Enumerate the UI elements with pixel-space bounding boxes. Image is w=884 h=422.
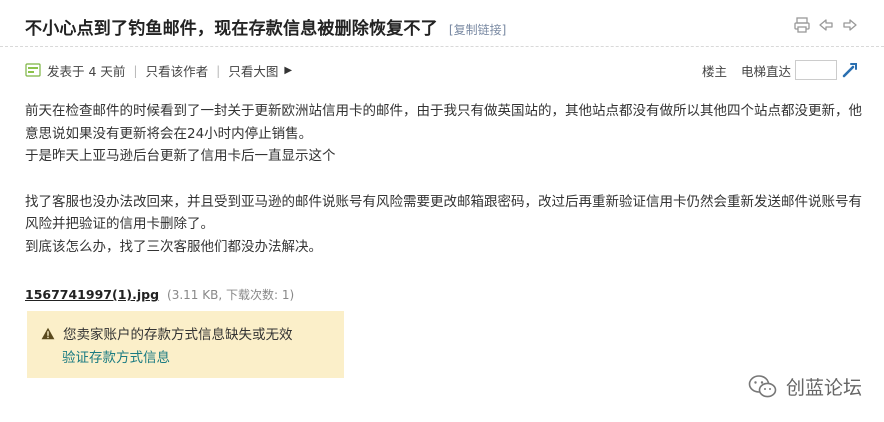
posted-time: 发表于 4 天前	[47, 63, 126, 79]
meta-separator: |	[216, 62, 221, 78]
title-toolbar	[793, 16, 859, 34]
post-header: 不小心点到了钓鱼邮件，现在存款信息被删除恢复不了 [复制链接]	[25, 14, 859, 44]
post-paragraph: 于是昨天上亚马逊后台更新了信用卡后一直显示这个	[25, 148, 336, 164]
post-paragraph: 到底该怎么办，找了三次客服他们都没办法解决。	[25, 238, 322, 255]
watermark-text: 创蓝论坛	[785, 377, 862, 399]
post-meta-bar: 发表于 4 天前 | 只看该作者 | 只看大图 ▶ 楼主 电梯直达	[25, 58, 859, 82]
next-thread-icon[interactable]	[841, 16, 859, 34]
attachment: 1567741997(1).jpg (3.11 KB, 下载次数: 1)	[25, 286, 294, 303]
verify-deposit-link[interactable]: 验证存款方式信息	[62, 346, 170, 366]
floor-jump-input[interactable]	[795, 60, 837, 80]
go-floor-icon[interactable]	[841, 61, 859, 79]
post-title: 不小心点到了钓鱼邮件，现在存款信息被删除恢复不了	[25, 19, 438, 39]
floor-label: 楼主	[701, 63, 727, 79]
watermark: 创蓝论坛	[748, 373, 862, 400]
attachment-meta: (3.11 KB, 下载次数: 1)	[167, 288, 295, 302]
play-arrow-icon[interactable]: ▶	[284, 65, 292, 76]
header-divider	[0, 46, 884, 47]
meta-separator: |	[133, 62, 138, 78]
wechat-icon	[748, 374, 777, 397]
warning-line: 您卖家账户的存款方式信息缺失或无效	[41, 323, 293, 343]
warning-message: 您卖家账户的存款方式信息缺失或无效	[63, 327, 293, 343]
print-icon[interactable]	[793, 16, 811, 34]
previous-thread-icon[interactable]	[817, 16, 835, 34]
only-images-link[interactable]: 只看大图	[228, 61, 278, 80]
copy-link[interactable]: [复制链接]	[449, 23, 506, 37]
only-author-link[interactable]: 只看该作者	[146, 61, 209, 80]
post-paragraph: 找了客服也没办法改回来，并且受到亚马逊的邮件说账号有风险需要更改邮箱跟密码，改过…	[25, 193, 862, 233]
attachment-link[interactable]: 1567741997(1).jpg	[25, 287, 159, 302]
online-status-icon	[25, 63, 41, 77]
warning-icon	[41, 327, 55, 339]
elevator-label: 电梯直达	[740, 63, 791, 79]
floor-navigation: 楼主 电梯直达	[688, 60, 859, 80]
post-paragraph: 前天在检查邮件的时候看到了一封关于更新欧洲站信用卡的邮件，由于我只有做英国站的，…	[25, 103, 862, 142]
warning-banner: 您卖家账户的存款方式信息缺失或无效 验证存款方式信息	[27, 311, 344, 378]
post-body: 前天在检查邮件的时候看到了一封关于更新欧洲站信用卡的邮件，由于我只有做英国站的，…	[25, 100, 865, 258]
